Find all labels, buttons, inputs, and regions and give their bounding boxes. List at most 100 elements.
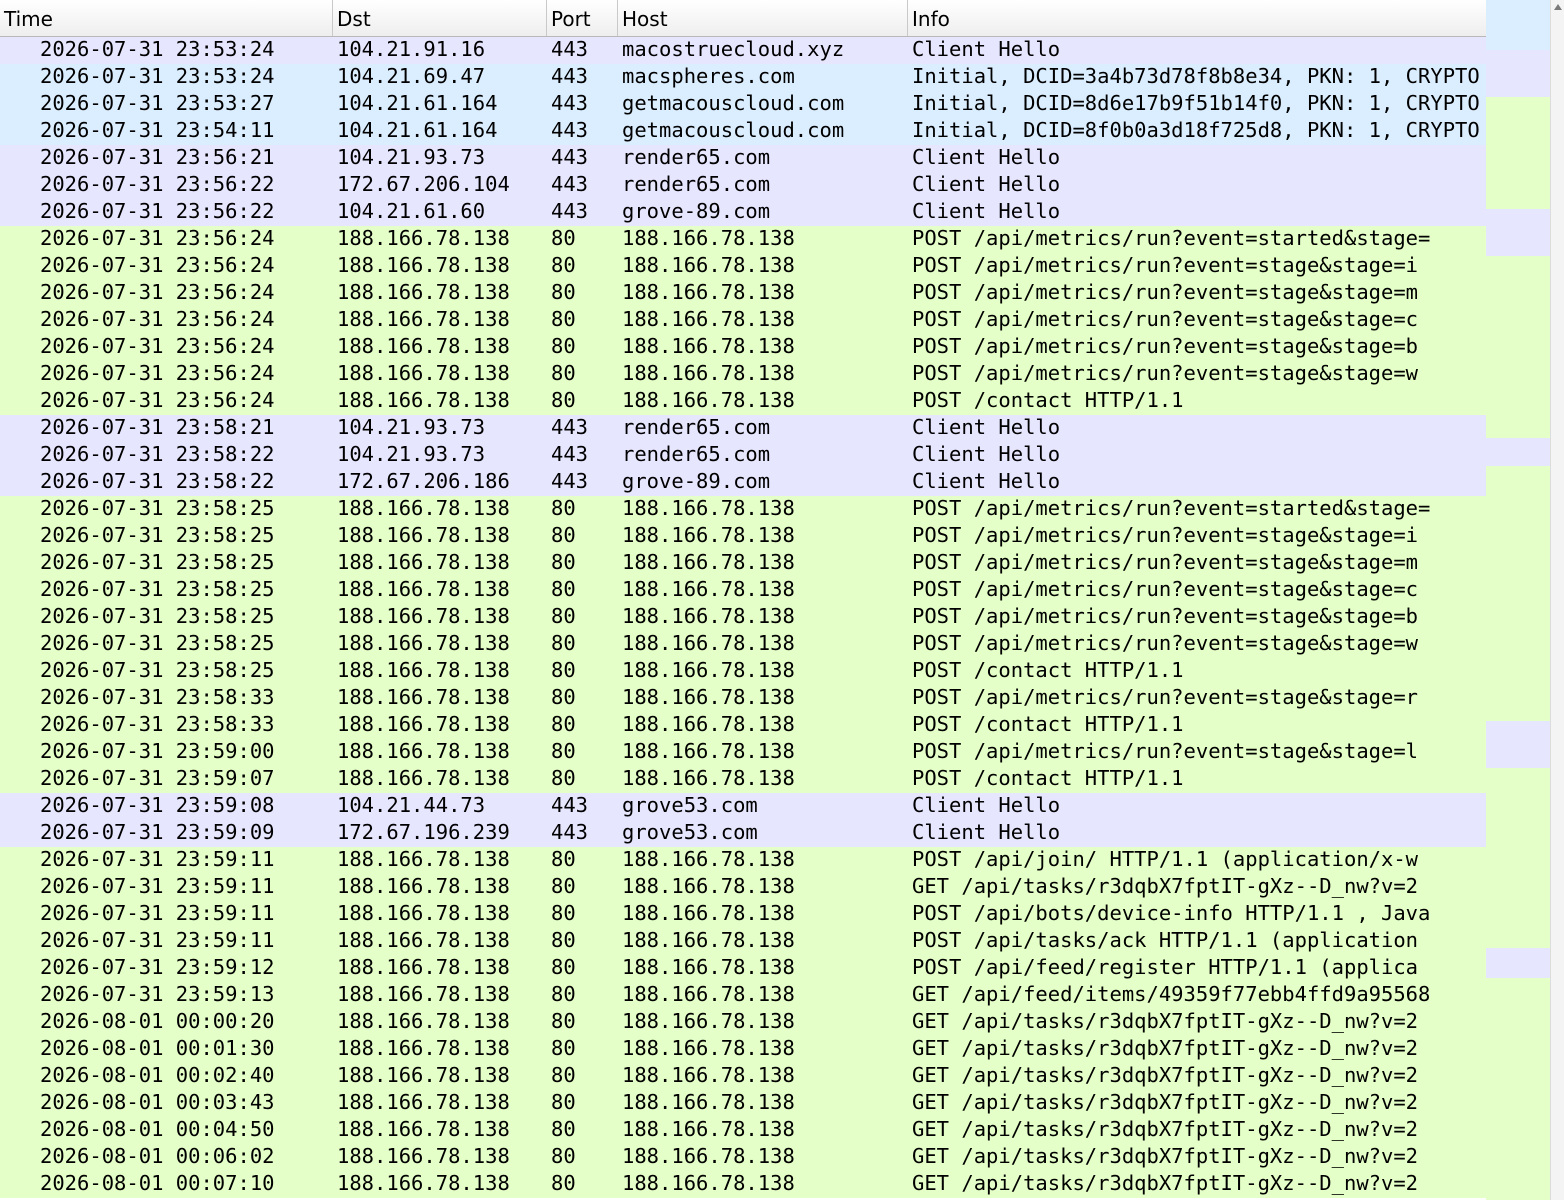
packet-time: 2026-08-01 00:02:40 (40, 1063, 275, 1087)
packet-row[interactable]: 2026-07-31 23:59:08 104.21.44.73 443 grove5… (0, 793, 1486, 820)
packet-info: POST /api/metrics/run?event=stage&stage=… (912, 685, 1419, 709)
vertical-scrollbar[interactable] (1550, 0, 1564, 1200)
packet-row[interactable]: 2026-07-31 23:56:22 172.67.206.104 443 rend… (0, 172, 1486, 199)
packet-row[interactable]: 2026-07-31 23:59:13 188.166.78.138 80 188.1… (0, 982, 1486, 1009)
packet-host: 188.166.78.138 (622, 685, 795, 709)
packet-time: 2026-07-31 23:58:22 (40, 469, 275, 493)
packet-row[interactable]: 2026-07-31 23:59:12 188.166.78.138 80 188.1… (0, 955, 1486, 982)
packet-row[interactable]: 2026-07-31 23:58:25 188.166.78.138 80 188.1… (0, 604, 1486, 631)
packet-row[interactable]: 2026-07-31 23:56:21 104.21.93.73 443 render… (0, 145, 1486, 172)
packet-host: 188.166.78.138 (622, 496, 795, 520)
packet-port: 80 (551, 766, 576, 790)
packet-dst: 188.166.78.138 (337, 523, 510, 547)
packet-row[interactable]: 2026-07-31 23:58:22 104.21.93.73 443 render… (0, 442, 1486, 469)
packet-host: 188.166.78.138 (622, 901, 795, 925)
packet-port: 80 (551, 1009, 576, 1033)
packet-time: 2026-07-31 23:54:11 (40, 118, 275, 142)
column-header-info[interactable]: Info (908, 0, 1486, 36)
packet-time: 2026-07-31 23:56:24 (40, 361, 275, 385)
packet-row[interactable]: 2026-07-31 23:56:24 188.166.78.138 80 188.1… (0, 226, 1486, 253)
packet-port: 443 (551, 442, 589, 466)
packet-row[interactable]: 2026-07-31 23:58:25 188.166.78.138 80 188.1… (0, 631, 1486, 658)
packet-row[interactable]: 2026-07-31 23:58:25 188.166.78.138 80 188.1… (0, 523, 1486, 550)
minimap-band (1486, 948, 1550, 978)
packet-row[interactable]: 2026-07-31 23:53:24 104.21.69.47 443 macsph… (0, 64, 1486, 91)
packet-row[interactable]: 2026-07-31 23:54:11 104.21.61.164 443 getma… (0, 118, 1486, 145)
packet-host: 188.166.78.138 (622, 631, 795, 655)
packet-time: 2026-07-31 23:58:25 (40, 604, 275, 628)
packet-info: POST /api/metrics/run?event=stage&stage=… (912, 577, 1419, 601)
packet-port: 80 (551, 1144, 576, 1168)
packet-port: 443 (551, 91, 589, 115)
packet-row[interactable]: 2026-07-31 23:58:25 188.166.78.138 80 188.1… (0, 658, 1486, 685)
packet-host: 188.166.78.138 (622, 1144, 795, 1168)
packet-time: 2026-07-31 23:56:24 (40, 334, 275, 358)
packet-info: POST /api/metrics/run?event=stage&stage=… (912, 334, 1419, 358)
packet-row[interactable]: 2026-07-31 23:58:25 188.166.78.138 80 188.1… (0, 496, 1486, 523)
packet-row[interactable]: 2026-07-31 23:58:25 188.166.78.138 80 188.1… (0, 550, 1486, 577)
packet-row[interactable]: 2026-07-31 23:59:11 188.166.78.138 80 188.1… (0, 874, 1486, 901)
packet-row[interactable]: 2026-07-31 23:59:00 188.166.78.138 80 188.1… (0, 739, 1486, 766)
packet-row[interactable]: 2026-07-31 23:58:22 172.67.206.186 443 grov… (0, 469, 1486, 496)
packet-minimap[interactable] (1486, 0, 1550, 1200)
packet-row[interactable]: 2026-07-31 23:58:21 104.21.93.73 443 render… (0, 415, 1486, 442)
packet-time: 2026-07-31 23:58:33 (40, 712, 275, 736)
packet-row[interactable]: 2026-08-01 00:04:50 188.166.78.138 80 188.1… (0, 1117, 1486, 1144)
column-header-host[interactable]: Host (618, 0, 908, 36)
packet-dst: 188.166.78.138 (337, 361, 510, 385)
packet-row[interactable]: 2026-07-31 23:58:33 188.166.78.138 80 188.1… (0, 712, 1486, 739)
packet-host: macostruecloud.xyz (622, 37, 845, 61)
packet-info: POST /contact HTTP/1.1 (912, 658, 1184, 682)
packet-row[interactable]: 2026-08-01 00:06:02 188.166.78.138 80 188.1… (0, 1144, 1486, 1171)
packet-row[interactable]: 2026-07-31 23:58:25 188.166.78.138 80 188.1… (0, 577, 1486, 604)
packet-port: 80 (551, 361, 576, 385)
packet-row[interactable]: 2026-08-01 00:03:43 188.166.78.138 80 188.1… (0, 1090, 1486, 1117)
packet-row[interactable]: 2026-07-31 23:56:24 188.166.78.138 80 188.1… (0, 307, 1486, 334)
packet-row[interactable]: 2026-08-01 00:01:30 188.166.78.138 80 188.1… (0, 1036, 1486, 1063)
packet-time: 2026-07-31 23:53:27 (40, 91, 275, 115)
packet-time: 2026-07-31 23:56:22 (40, 172, 275, 196)
packet-dst: 188.166.78.138 (337, 685, 510, 709)
packet-host: macspheres.com (622, 64, 795, 88)
packet-row[interactable]: 2026-07-31 23:56:24 188.166.78.138 80 188.1… (0, 388, 1486, 415)
packet-row[interactable]: 2026-07-31 23:58:33 188.166.78.138 80 188.1… (0, 685, 1486, 712)
packet-port: 80 (551, 1063, 576, 1087)
packet-row[interactable]: 2026-07-31 23:56:24 188.166.78.138 80 188.1… (0, 253, 1486, 280)
packet-time: 2026-07-31 23:58:22 (40, 442, 275, 466)
packet-row[interactable]: 2026-07-31 23:59:09 172.67.196.239 443 grov… (0, 820, 1486, 847)
column-header-time[interactable]: Time (0, 0, 333, 36)
packet-time: 2026-07-31 23:58:25 (40, 523, 275, 547)
column-header-dst[interactable]: Dst (333, 0, 547, 36)
packet-port: 443 (551, 118, 589, 142)
packet-row[interactable]: 2026-08-01 00:00:20 188.166.78.138 80 188.1… (0, 1009, 1486, 1036)
packet-row[interactable]: 2026-07-31 23:53:24 104.21.91.16 443 macost… (0, 37, 1486, 64)
packet-port: 80 (551, 550, 576, 574)
packet-list[interactable]: Time Dst Port Host Info 2026-07-31 23:53… (0, 0, 1486, 1200)
packet-dst: 188.166.78.138 (337, 577, 510, 601)
column-header-port[interactable]: Port (547, 0, 618, 36)
packet-dst: 188.166.78.138 (337, 604, 510, 628)
packet-row[interactable]: 2026-07-31 23:56:24 188.166.78.138 80 188.1… (0, 334, 1486, 361)
packet-info: POST /contact HTTP/1.1 (912, 712, 1184, 736)
packet-row[interactable]: 2026-07-31 23:56:22 104.21.61.60 443 grove-… (0, 199, 1486, 226)
packet-time: 2026-07-31 23:56:24 (40, 280, 275, 304)
packet-row[interactable]: 2026-07-31 23:56:24 188.166.78.138 80 188.1… (0, 280, 1486, 307)
packet-host: 188.166.78.138 (622, 982, 795, 1006)
packet-row[interactable]: 2026-07-31 23:56:24 188.166.78.138 80 188.1… (0, 361, 1486, 388)
packet-row[interactable]: 2026-07-31 23:59:11 188.166.78.138 80 188.1… (0, 847, 1486, 874)
scroll-up-arrow-icon[interactable] (1554, 4, 1562, 10)
packet-row[interactable]: 2026-08-01 00:02:40 188.166.78.138 80 188.1… (0, 1063, 1486, 1090)
packet-row[interactable]: 2026-07-31 23:59:11 188.166.78.138 80 188.1… (0, 928, 1486, 955)
packet-port: 80 (551, 901, 576, 925)
minimap-band (1486, 721, 1550, 768)
packet-info: POST /api/bots/device-info HTTP/1.1 , Ja… (912, 901, 1431, 925)
packet-port: 80 (551, 577, 576, 601)
column-header-bar: Time Dst Port Host Info (0, 0, 1486, 37)
packet-row[interactable]: 2026-07-31 23:59:07 188.166.78.138 80 188.1… (0, 766, 1486, 793)
packet-row[interactable]: 2026-08-01 00:07:10 188.166.78.138 80 188.1… (0, 1171, 1486, 1198)
packet-port: 80 (551, 334, 576, 358)
packet-row[interactable]: 2026-07-31 23:59:11 188.166.78.138 80 188.1… (0, 901, 1486, 928)
packet-host: 188.166.78.138 (622, 550, 795, 574)
packet-host: grove-89.com (622, 199, 771, 223)
packet-row[interactable]: 2026-07-31 23:53:27 104.21.61.164 443 getma… (0, 91, 1486, 118)
